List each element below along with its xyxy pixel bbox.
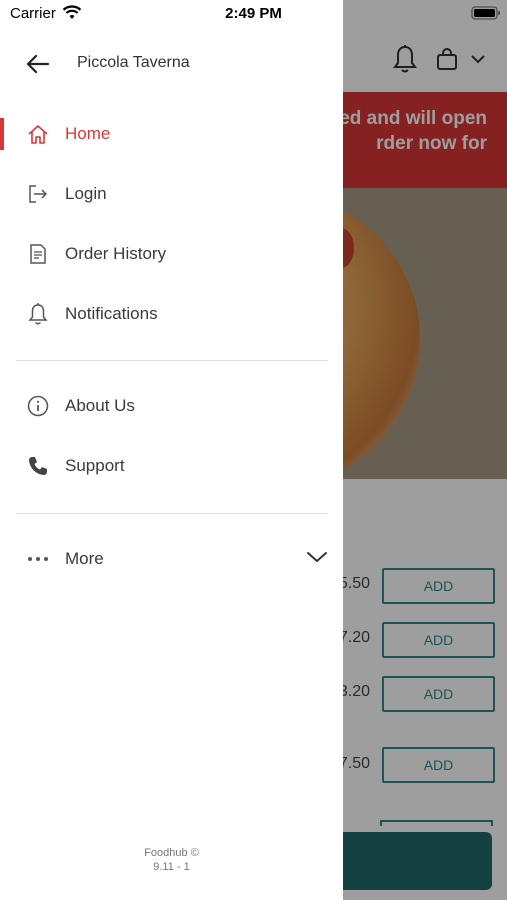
divider	[16, 513, 328, 514]
receipt-icon	[26, 242, 50, 266]
app-footer: Foodhub © 9.11 - 1	[0, 846, 343, 874]
footer-brand: Foodhub ©	[144, 847, 199, 859]
home-icon	[26, 122, 50, 146]
restaurant-name: Piccola Taverna	[77, 54, 190, 71]
divider	[16, 360, 328, 361]
chevron-down-icon[interactable]	[306, 550, 328, 569]
nav-label: Support	[65, 456, 125, 475]
active-indicator	[0, 118, 4, 150]
nav-item-notifications[interactable]: Notifications	[0, 286, 343, 342]
nav-label: Order History	[65, 244, 167, 263]
arrow-left-icon	[26, 54, 50, 74]
back-button[interactable]	[24, 52, 52, 76]
more-dots-icon	[26, 547, 50, 571]
nav-label: Login	[65, 184, 107, 203]
nav-label: More	[65, 549, 104, 568]
nav-item-support[interactable]: Support	[0, 438, 343, 494]
clock: 2:49 PM	[225, 5, 282, 22]
battery-icon	[471, 6, 501, 25]
info-icon	[26, 394, 50, 418]
side-drawer: Piccola Taverna Home Login Order History…	[0, 0, 343, 900]
footer-version: 9.11 - 1	[153, 861, 190, 873]
phone-icon	[26, 454, 50, 478]
nav-label: Home	[65, 124, 111, 143]
nav-item-about-us[interactable]: About Us	[0, 378, 343, 434]
drawer-header: Piccola Taverna	[0, 40, 343, 86]
nav-item-order-history[interactable]: Order History	[0, 226, 343, 282]
status-bar: Carrier 2:49 PM	[0, 0, 507, 28]
nav-label: About Us	[65, 396, 135, 415]
nav-label: Notifications	[65, 304, 158, 323]
bell-icon	[26, 302, 50, 326]
nav-item-more[interactable]: More	[0, 531, 343, 587]
nav-item-login[interactable]: Login	[0, 166, 343, 222]
login-icon	[26, 182, 50, 206]
nav-item-home[interactable]: Home	[0, 106, 343, 162]
